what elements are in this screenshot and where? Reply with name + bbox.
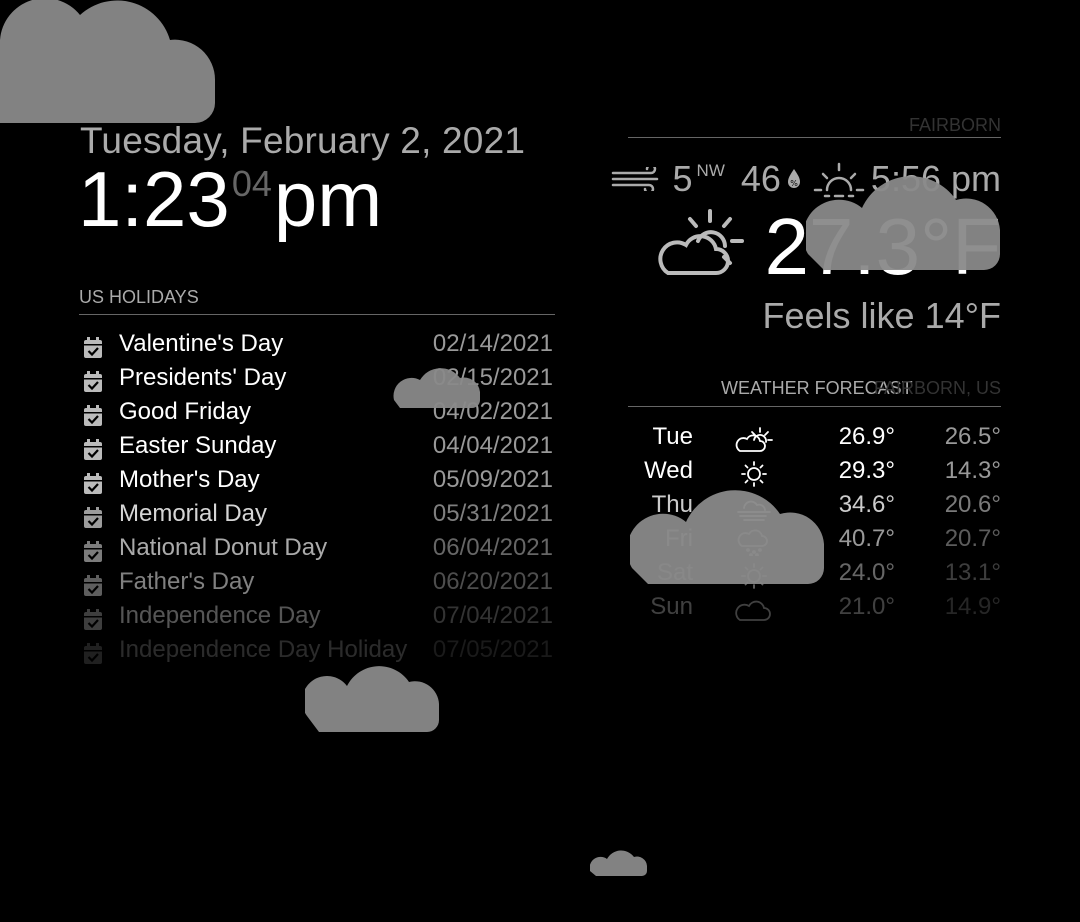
cloud-icon [630,490,824,584]
forecast-max-temp: 26.9° [838,423,895,450]
forecast-max-temp: 34.6° [838,491,895,518]
calendar-check-icon [84,337,102,358]
holiday-title: Valentine's Day [119,330,284,357]
holiday-date: 07/05/2021 [432,636,553,663]
current-weather-divider [628,137,1001,138]
holiday-title: Mother's Day [119,466,260,493]
forecast-max-temp: 29.3° [838,457,895,484]
forecast-header: WEATHER FORECAST FAIRBORN, US [628,378,1001,407]
clock-module: Tuesday, February 2, 2021 1:2304pm [78,120,525,238]
holiday-title: Memorial Day [119,500,268,527]
holidays-header: US HOLIDAYS [79,287,555,315]
holiday-title: Father's Day [119,568,255,595]
calendar-check-icon [84,371,102,392]
forecast-min-temp: 13.1° [944,559,1001,586]
feels-like: Feels like 14°F [762,295,1001,336]
forecast-min-temp: 20.6° [944,491,1001,518]
clock-seconds: 04 [231,163,272,204]
forecast-min-temp: 14.9° [944,593,1001,620]
partly-cloudy-day-icon [658,209,745,275]
clock-hours-minutes: 1:23 [78,155,230,243]
holiday-title: Easter Sunday [119,432,277,459]
wind-icon [611,167,658,191]
calendar-check-icon [84,507,102,528]
holiday-date: 04/04/2021 [432,432,553,459]
holiday-title: National Donut Day [119,534,328,561]
wind-speed: 5 [672,158,693,199]
calendar-check-icon [84,473,102,494]
current-weather-module: FAIRBORN 5 NW 46 % 5:56 pm Feels like 14… [611,115,1001,336]
forecast-min-temp: 14.3° [944,457,1001,484]
cloudy-icon [735,600,771,621]
holiday-date: 06/04/2021 [432,534,553,561]
holiday-row: Valentine's Day 02/14/2021 [79,329,555,363]
holiday-title: Presidents' Day [119,364,287,391]
forecast-day: Sun [650,593,693,620]
calendar-check-icon [84,609,102,630]
calendar-check-icon [84,439,102,460]
cloud-icon [590,850,647,876]
humidity-icon: % [787,169,800,188]
holiday-row: National Donut Day 06/04/2021 [79,533,555,567]
holiday-row: Good Friday 04/02/2021 [79,397,555,431]
forecast-min-temp: 26.5° [944,423,1001,450]
clock-period: pm [273,155,383,243]
holiday-row: Father's Day 06/20/2021 [79,567,555,601]
holiday-row: Memorial Day 05/31/2021 [79,499,555,533]
partly-cloudy-icon [735,427,773,452]
holiday-row: Presidents' Day 02/15/2021 [79,363,555,397]
cloud-icon [393,368,480,408]
clock-time: 1:2304pm [78,160,382,238]
holiday-row: Easter Sunday 04/04/2021 [79,431,555,465]
holiday-date: 06/20/2021 [432,568,553,595]
holiday-row: Mother's Day 05/09/2021 [79,465,555,499]
forecast-max-temp: 24.0° [838,559,895,586]
wind-direction: NW [696,161,725,180]
calendar-check-icon [84,405,102,426]
holiday-date: 05/31/2021 [432,500,553,527]
forecast-location: FAIRBORN, US [873,378,1001,398]
holidays-list: Valentine's Day 02/14/2021 Presidents' Day… [79,329,555,669]
holiday-title: Good Friday [119,398,252,425]
holidays-module: US HOLIDAYS Valentine's Day 02/14/2021 Pre… [79,287,555,669]
holiday-date: 07/04/2021 [432,602,553,629]
holiday-date: 05/09/2021 [432,466,553,493]
holiday-row: Independence Day 07/04/2021 [79,601,555,635]
forecast-day: Tue [652,423,693,450]
cloud-icon [0,0,216,123]
cloud-icon [806,176,1000,270]
cloud-icon [305,666,439,732]
current-weather-location: FAIRBORN [908,115,1001,135]
calendar-check-icon [84,541,102,562]
holiday-title: Independence Day [119,602,321,629]
forecast-max-temp: 40.7° [838,525,895,552]
humidity-value: 46 [740,158,781,199]
forecast-row: Tue 26.9° 26.5° [628,422,1001,456]
forecast-min-temp: 20.7° [944,525,1001,552]
calendar-check-icon [84,575,102,596]
holiday-date: 02/14/2021 [432,330,553,357]
forecast-max-temp: 21.0° [838,593,895,620]
calendar-check-icon [84,643,102,664]
forecast-row: Sun 21.0° 14.9° [628,592,1001,626]
svg-text:%: % [790,179,798,188]
